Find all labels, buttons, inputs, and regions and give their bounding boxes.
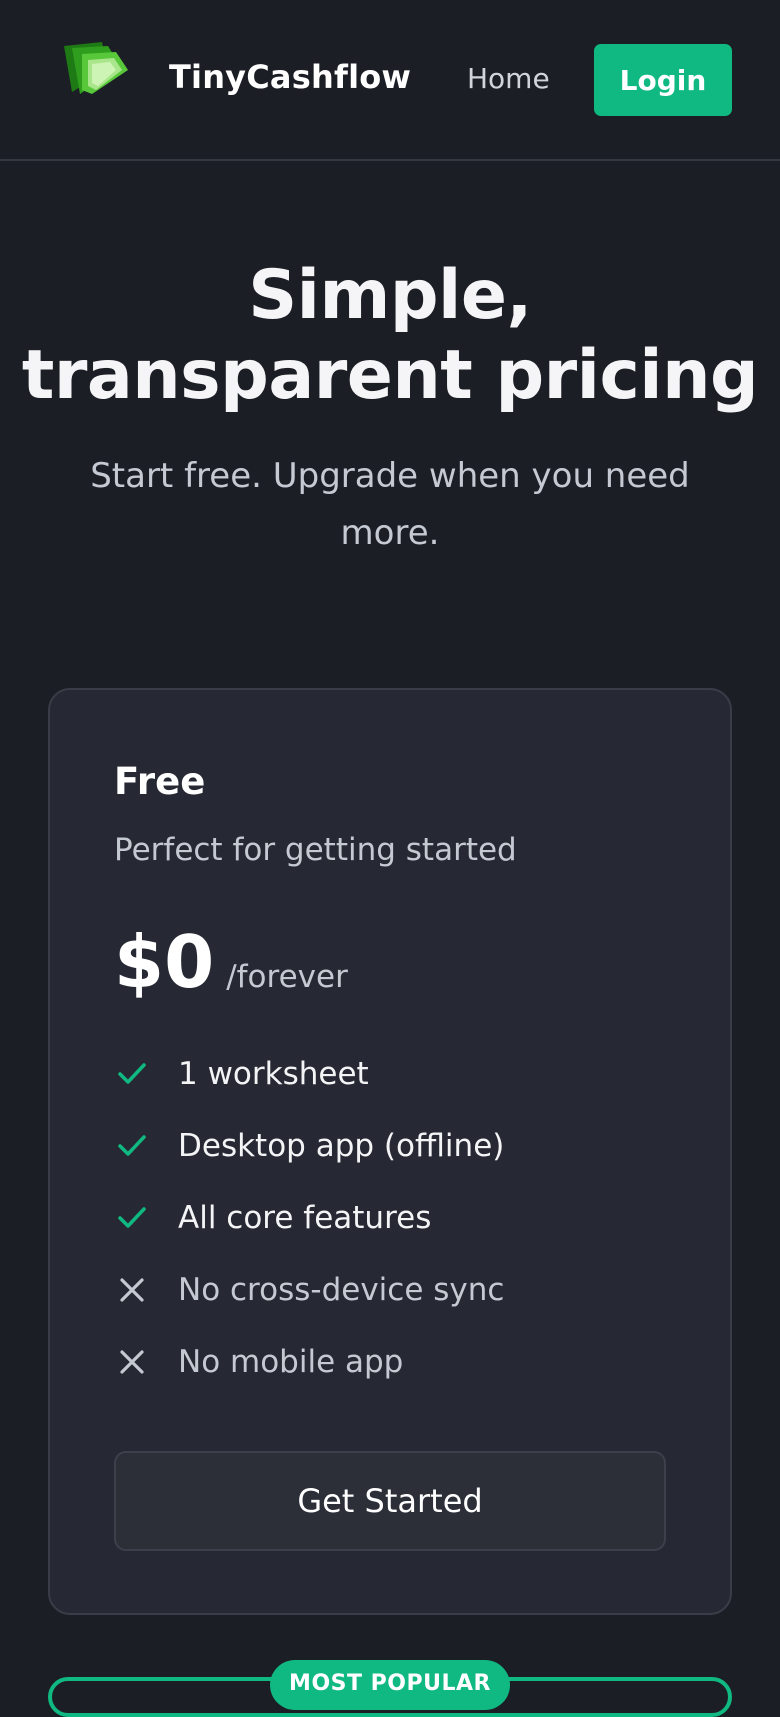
plan-description: Perfect for getting started: [114, 832, 517, 868]
login-button[interactable]: Login: [594, 44, 732, 116]
x-icon: [120, 1278, 144, 1302]
page-title-line-2: transparent pricing: [21, 336, 759, 415]
most-popular-badge: MOST POPULAR: [270, 1660, 510, 1710]
feature-text: No mobile app: [178, 1344, 404, 1380]
check-icon: [118, 1135, 146, 1156]
feature-text: No cross-device sync: [178, 1272, 505, 1308]
get-started-button[interactable]: Get Started: [114, 1451, 666, 1551]
feature-item: All core features: [114, 1198, 674, 1238]
feature-text: Desktop app (offline): [178, 1128, 505, 1164]
plan-period: /forever: [226, 959, 348, 995]
feature-item: No cross-device sync: [114, 1270, 674, 1310]
top-nav-bar: TinyCashflow Home Login: [0, 0, 780, 161]
pricing-card-free: Free Perfect for getting started $0 /for…: [48, 688, 732, 1615]
feature-item: Desktop app (offline): [114, 1126, 674, 1166]
check-icon: [118, 1063, 146, 1084]
page-subtitle: Start free. Upgrade when you need more.: [90, 456, 690, 553]
plan-price: $0: [114, 920, 215, 1004]
x-icon: [120, 1350, 144, 1374]
check-icon: [118, 1207, 146, 1228]
nav-link-home[interactable]: Home: [467, 62, 550, 95]
page-title: Simple, transparent pricing: [0, 256, 780, 416]
plan-price-row: $0 /forever: [114, 920, 348, 1004]
feature-item: No mobile app: [114, 1342, 674, 1382]
feature-item: 1 worksheet: [114, 1054, 674, 1094]
plan-name: Free: [114, 760, 206, 803]
feature-text: 1 worksheet: [178, 1056, 369, 1092]
money-stack-icon[interactable]: [62, 40, 130, 96]
feature-text: All core features: [178, 1200, 432, 1236]
brand-name[interactable]: TinyCashflow: [169, 58, 411, 96]
page-title-line-1: Simple,: [248, 256, 532, 335]
